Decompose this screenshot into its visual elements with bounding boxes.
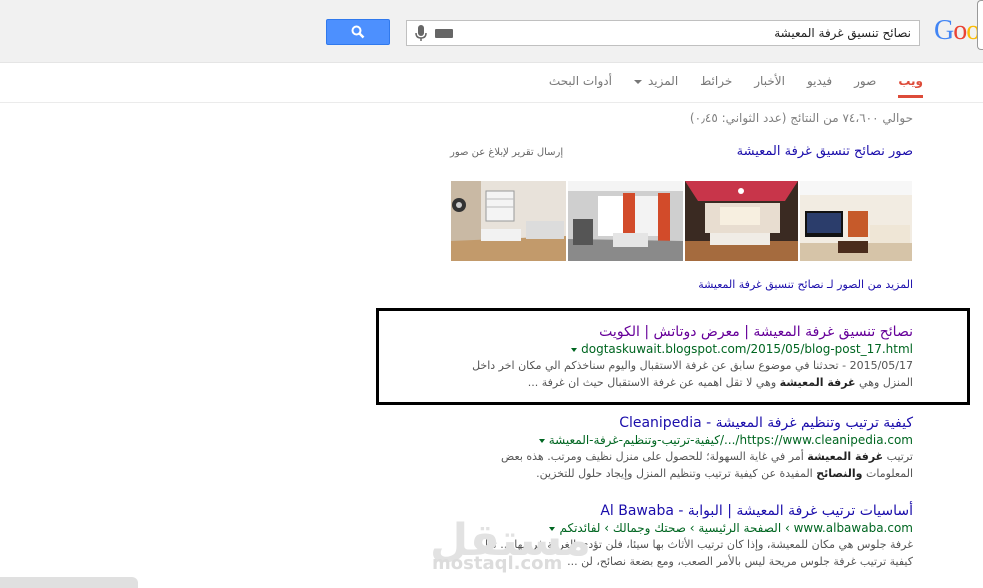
google-logo[interactable]: Goo — [934, 15, 980, 47]
snippet-text: المنزل وهي — [855, 376, 913, 389]
tab-more-label: المزيد — [647, 74, 679, 88]
snippet-text: أمر في غاية السهولة؛ للحصول على منزل نظي… — [501, 450, 808, 463]
tab-search-tools[interactable]: أدوات البحث — [549, 74, 612, 98]
tab-images[interactable]: صور — [854, 74, 876, 98]
snippet-text: المعلومات — [862, 467, 913, 480]
images-header-link[interactable]: صور نصائح تنسيق غرفة المعيشة — [737, 144, 913, 159]
search-result: كيفية ترتيب وتنظيم غرفة المعيشة - Cleani… — [433, 414, 913, 482]
image-thumbnail[interactable] — [685, 181, 798, 261]
result-url-text: https://www.cleanipedia.com/.../كيفية-تر… — [548, 433, 913, 447]
top-bar: نصائح تنسيق غرفة المعيشة Goo — [0, 0, 983, 63]
logo-letter: G — [934, 15, 954, 46]
snippet-line: ترتيب غرفة المعيشة أمر في غاية السهولة؛ … — [433, 448, 913, 465]
snippet-text: وهي لا تقل اهميه عن غرفة الاستقبال حيث ا… — [527, 376, 780, 389]
tab-video[interactable]: فيديو — [807, 74, 832, 98]
tab-more[interactable]: المزيد — [633, 74, 679, 98]
search-tabs: ويب صور فيديو الأخبار خرائط المزيد أدوات… — [527, 74, 923, 98]
dropdown-arrow-icon[interactable] — [571, 347, 578, 352]
snippet-text: المفيدة عن كيفية ترتيب وتنظيم المنزل وإي… — [536, 467, 817, 480]
snippet-bold: غرفة المعيشة — [807, 450, 884, 463]
more-images-link[interactable]: المزيد من الصور لـ نصائح تنسيق غرفة المع… — [698, 278, 913, 291]
result-snippet: ترتيب غرفة المعيشة أمر في غاية السهولة؛ … — [433, 448, 913, 482]
result-url: dogtaskuwait.blogspot.com/2015/05/blog-p… — [433, 341, 913, 357]
search-icon — [351, 25, 365, 39]
snippet-text: ترتيب — [883, 450, 913, 463]
tab-news[interactable]: الأخبار — [754, 74, 785, 98]
tabs-divider — [0, 102, 983, 103]
snippet-line: المعلومات والنصائح المفيدة عن كيفية ترتي… — [433, 465, 913, 482]
dropdown-arrow-icon[interactable] — [538, 438, 545, 443]
snippet-line: 2015/05/17 - تحدثنا في موضوع سابق عن غرف… — [472, 359, 913, 372]
search-button[interactable] — [326, 19, 390, 45]
snippet-bold: غرفة المعيشة — [779, 376, 856, 389]
chevron-down-icon — [633, 79, 642, 84]
report-images-link[interactable]: إرسال تقرير لإبلاغ عن صور — [450, 147, 563, 158]
window-edge — [977, 0, 983, 50]
image-thumbnails — [451, 181, 912, 261]
result-stats: حوالي ٧٤،٦٠٠ من النتائج (عدد الثواني: ٠٫… — [689, 111, 913, 125]
keyboard-icon[interactable] — [435, 29, 453, 38]
result-title-link[interactable]: كيفية ترتيب وتنظيم غرفة المعيشة - Cleani… — [433, 414, 913, 432]
snippet-line: المنزل وهي غرفة المعيشة وهي لا تقل اهميه… — [433, 374, 913, 391]
microphone-icon[interactable] — [415, 25, 427, 45]
image-thumbnail[interactable] — [800, 181, 912, 261]
image-thumbnail[interactable] — [451, 181, 566, 261]
image-thumbnail[interactable] — [568, 181, 683, 261]
snippet-bold: والنصائح — [816, 467, 863, 480]
result-url: https://www.cleanipedia.com/.../كيفية-تر… — [433, 432, 913, 448]
search-result: نصائح تنسيق غرفة المعيشة | معرض دوتاتش |… — [433, 323, 913, 391]
result-url-text: www.albawaba.com › الصفحة الرئيسية › صحت… — [559, 521, 913, 535]
tab-maps[interactable]: خرائط — [700, 74, 732, 98]
watermark-url: mostaql.com — [432, 553, 563, 574]
search-input[interactable]: نصائح تنسيق غرفة المعيشة — [406, 20, 920, 46]
result-title-link[interactable]: نصائح تنسيق غرفة المعيشة | معرض دوتاتش |… — [433, 323, 913, 341]
search-query: نصائح تنسيق غرفة المعيشة — [774, 26, 911, 40]
logo-letter: o — [953, 15, 967, 46]
tab-web[interactable]: ويب — [898, 74, 923, 98]
result-snippet: 2015/05/17 - تحدثنا في موضوع سابق عن غرف… — [433, 357, 913, 391]
result-url-text: dogtaskuwait.blogspot.com/2015/05/blog-p… — [581, 342, 913, 356]
horizontal-scrollbar[interactable] — [0, 577, 138, 588]
